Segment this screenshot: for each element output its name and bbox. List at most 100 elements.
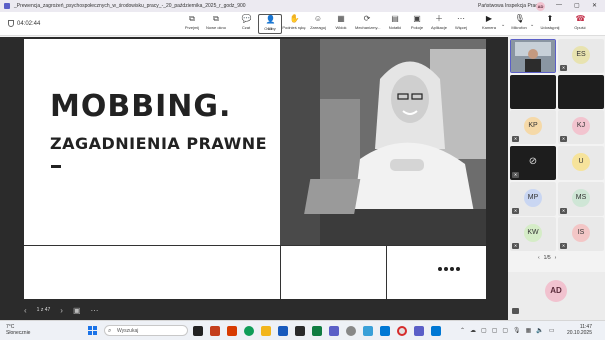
participant-tile[interactable]: ES ✕ <box>558 39 604 73</box>
microphone-options-chevron-icon[interactable]: ⌄ <box>530 22 534 28</box>
self-view-tile[interactable]: AD <box>508 272 605 320</box>
taskbar-search[interactable]: ⌕ Wyszukaj <box>104 325 188 336</box>
slide-divider-horizontal <box>24 245 486 246</box>
self-avatar: AD <box>545 280 567 302</box>
word-icon[interactable] <box>278 326 288 336</box>
chat-icon: 💬 <box>241 14 252 23</box>
apps-icon: ＋ <box>435 14 443 23</box>
participant-tile[interactable]: KW ✕ <box>510 217 556 251</box>
system-tray: ⌃ ☁ ▢ ▢ ▢ 🎙 ▦ 🔈 ▭ <box>460 327 555 334</box>
raise-hand-button[interactable]: ✋ Podnieś rękę <box>282 14 306 30</box>
meeting-toolbar: 04:02:44 ⧉ Przejmij ⧉ Nowe okno 💬 Czat 👤… <box>0 12 605 36</box>
weather-widget[interactable]: 7°C Słonecznie <box>6 324 30 336</box>
mechanisms-button[interactable]: ⟳ Mechanizmy... <box>355 14 381 30</box>
camera-button[interactable]: ▶ Kamera <box>477 14 501 30</box>
participant-tile[interactable]: MS ✕ <box>558 182 604 216</box>
close-button[interactable]: ✕ <box>592 2 597 9</box>
camera-off-icon: ⊘ <box>528 156 538 167</box>
powerpoint-icon[interactable] <box>210 326 220 336</box>
view-icon: ▦ <box>337 14 345 23</box>
more-options-icon[interactable]: ⋯ <box>91 306 99 315</box>
slide-title: MOBBING. <box>50 89 232 124</box>
mechanisms-icon: ⟳ <box>363 14 371 23</box>
teams-logo-icon <box>4 3 10 9</box>
user-avatar[interactable]: AD <box>536 2 545 11</box>
participant-tile[interactable]: IS ✕ <box>558 217 604 251</box>
search-placeholder: Wyszukaj <box>117 328 139 334</box>
outlook-icon[interactable] <box>431 326 441 336</box>
settings-gear-icon[interactable] <box>346 326 356 336</box>
participant-tile[interactable]: KP ✕ <box>510 110 556 144</box>
slide-divider-vertical <box>386 245 387 299</box>
app-icon[interactable] <box>363 326 373 336</box>
new-window-button[interactable]: ⧉ Nowe okno <box>204 14 228 30</box>
next-slide-icon[interactable]: › <box>60 306 63 315</box>
participant-tile[interactable]: ⊘ ✕ <box>510 146 556 180</box>
app-tray-icon[interactable]: ▢ <box>502 327 508 334</box>
camera-icon: ▶ <box>485 14 493 23</box>
task-view-icon[interactable] <box>193 326 203 336</box>
camera-options-chevron-icon[interactable]: ⌄ <box>501 22 505 28</box>
volume-icon[interactable]: 🔈 <box>536 327 543 334</box>
office-app-icon[interactable] <box>227 326 237 336</box>
participant-avatar: KJ <box>572 117 590 135</box>
take-control-button[interactable]: ⧉ Przejmij <box>180 14 204 30</box>
battery-icon[interactable]: ▭ <box>549 327 555 334</box>
next-page-icon[interactable]: › <box>555 255 557 261</box>
participant-avatar: MS <box>572 189 590 207</box>
slide-dots-decoration <box>438 267 460 271</box>
minimize-button[interactable]: — <box>556 2 562 8</box>
meeting-timer: 04:02:44 <box>8 20 40 27</box>
excel-icon[interactable] <box>312 326 322 336</box>
search-icon: ⌕ <box>108 328 112 334</box>
participant-tile[interactable]: KJ ✕ <box>558 110 604 144</box>
network-icon[interactable]: ▦ <box>526 327 532 334</box>
participant-tile[interactable]: U <box>558 146 604 180</box>
notes-button[interactable]: ▤ Notatki <box>383 14 407 30</box>
people-button[interactable]: 👤55 Osoby <box>258 14 282 34</box>
chevron-up-icon[interactable]: ⌃ <box>460 327 465 334</box>
microphone-button[interactable]: 🎙 Mikrofon <box>507 14 531 30</box>
previous-slide-icon[interactable]: ‹ <box>24 306 27 315</box>
apps-button[interactable]: ＋ Aplikacje <box>427 14 451 30</box>
teams-icon[interactable] <box>329 326 339 336</box>
participant-tile[interactable]: MP ✕ <box>510 182 556 216</box>
participant-video-feed <box>511 40 555 72</box>
mic-muted-icon <box>512 308 519 314</box>
app-icon[interactable] <box>295 326 305 336</box>
leave-phone-icon: ☎ <box>575 14 586 23</box>
leave-button[interactable]: ☎ Opuść <box>568 14 592 30</box>
view-button[interactable]: ▦ Widok <box>329 14 353 30</box>
timer-value: 04:02:44 <box>17 20 41 27</box>
chrome-icon[interactable] <box>244 326 254 336</box>
cloud-icon[interactable]: ☁ <box>470 327 476 334</box>
share-icon: ⬆ <box>546 14 554 23</box>
chat-button[interactable]: 💬 Czat <box>234 14 258 30</box>
maximize-button[interactable]: ▢ <box>574 2 580 9</box>
mic-icon[interactable]: 🎙 <box>513 327 521 334</box>
participant-tile[interactable] <box>510 75 556 109</box>
app-tray-icon[interactable]: ▢ <box>481 327 487 334</box>
share-button[interactable]: ⬆ Udostępnij <box>538 14 562 30</box>
shield-icon <box>8 20 14 27</box>
grid-view-icon[interactable]: ▣ <box>73 306 81 315</box>
rooms-button[interactable]: ▣ Pokoje <box>405 14 429 30</box>
teams-meeting-window: _Prewencja_zagrożeń_psychospołecznych_w_… <box>0 0 605 340</box>
react-button[interactable]: ☺ Zareaguj <box>306 14 330 30</box>
more-button[interactable]: ⋯ Więcej <box>449 14 473 30</box>
opera-icon[interactable] <box>397 326 407 336</box>
taskbar-clock[interactable]: 11:47 20.10.2025 <box>562 324 592 336</box>
app-icon[interactable] <box>380 326 390 336</box>
meeting-title: _Prewencja_zagrożeń_psychospołecznych_w_… <box>14 3 246 9</box>
app-tray-icon[interactable]: ▢ <box>492 327 498 334</box>
participant-tile[interactable] <box>558 75 604 109</box>
participant-tile-video[interactable] <box>510 39 556 73</box>
slide-text-area: MOBBING. ZAGADNIENIA PRAWNE <box>24 39 280 245</box>
windows-start-icon[interactable] <box>88 326 97 335</box>
pager-label: 1/5 <box>543 255 551 261</box>
title-bar: _Prewencja_zagrożeń_psychospołecznych_w_… <box>0 0 605 12</box>
file-explorer-icon[interactable] <box>261 326 271 336</box>
mic-muted-icon: ✕ <box>512 136 519 142</box>
teams-icon[interactable] <box>414 326 424 336</box>
previous-page-icon[interactable]: ‹ <box>538 255 540 261</box>
